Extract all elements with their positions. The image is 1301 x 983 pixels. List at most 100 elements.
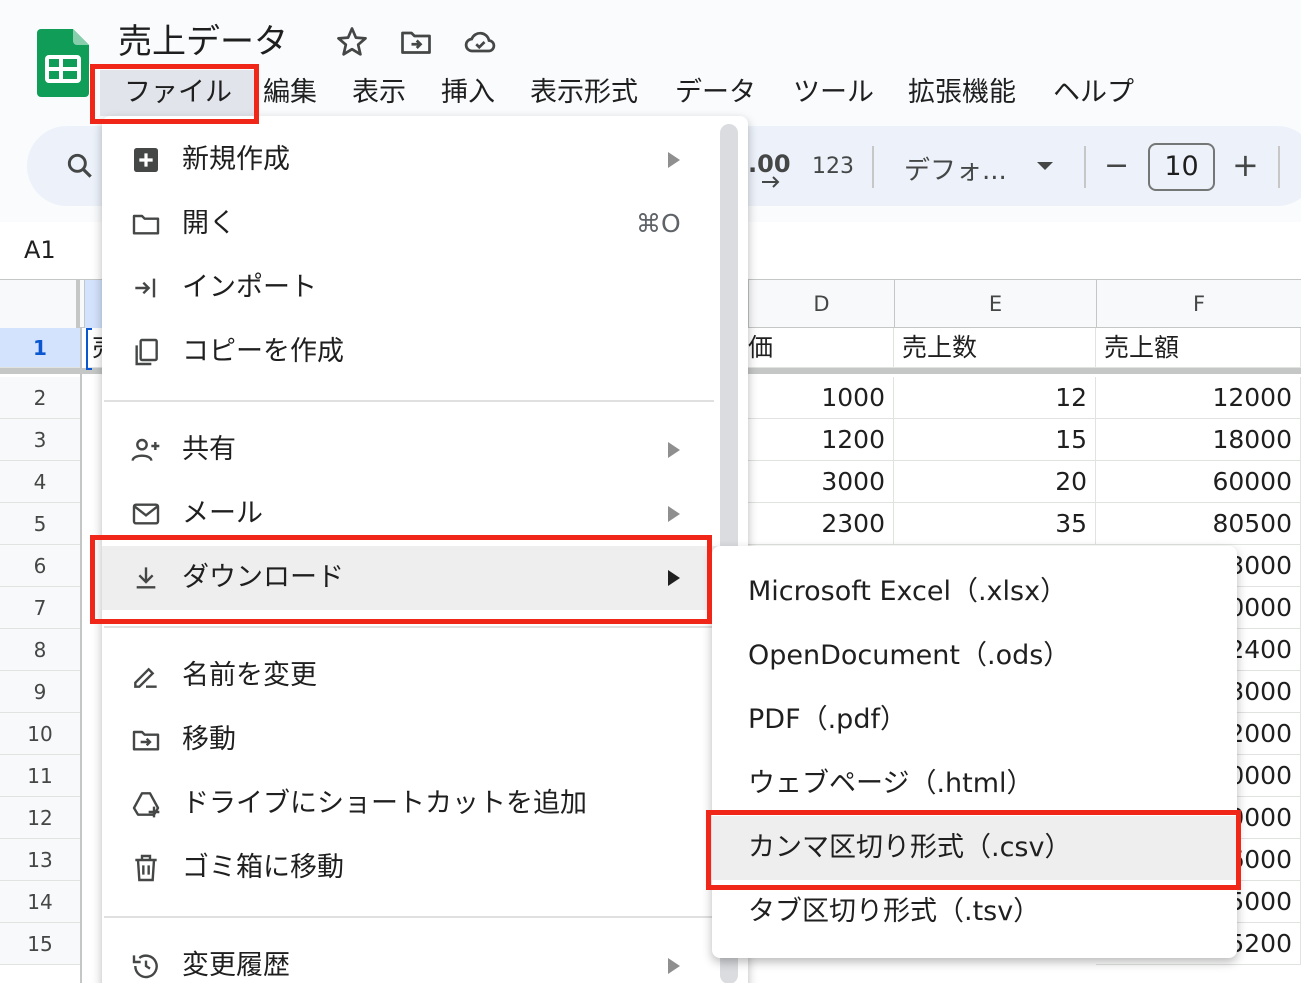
cell-d2[interactable]: 1000: [748, 377, 894, 419]
file-menu-move[interactable]: 移動: [102, 708, 720, 772]
row-header[interactable]: 10: [0, 713, 80, 755]
file-menu-import-label: インポート: [182, 272, 317, 303]
import-icon: [135, 278, 156, 298]
move-folder-icon: [132, 730, 160, 751]
menu-tools[interactable]: ツール: [793, 70, 874, 116]
star-icon[interactable]: [334, 24, 370, 60]
file-menu-add-shortcut-label: ドライブにショートカットを追加: [182, 788, 587, 819]
number-format-button[interactable]: 123: [812, 154, 854, 179]
cell-e3[interactable]: 15: [894, 419, 1096, 461]
row-header[interactable]: 2: [0, 377, 80, 419]
row-header-divider: [80, 328, 82, 983]
file-menu-add-shortcut[interactable]: ドライブにショートカットを追加: [102, 772, 720, 836]
file-menu-version-history-label: 変更履歴: [182, 950, 290, 981]
decrease-decimal-button[interactable]: .00: [748, 150, 791, 178]
cell-e2[interactable]: 12: [894, 377, 1096, 419]
column-header-e[interactable]: E: [894, 280, 1096, 328]
move-folder-icon[interactable]: [398, 24, 434, 60]
cell-d5[interactable]: 2300: [748, 503, 894, 545]
row-header[interactable]: 6: [0, 545, 80, 587]
file-menu-copy-label: コピーを作成: [182, 336, 344, 367]
file-menu-new[interactable]: 新規作成: [102, 128, 720, 192]
submenu-arrow-icon: [668, 506, 680, 522]
row-header[interactable]: 11: [0, 755, 80, 797]
select-all-corner[interactable]: [0, 280, 80, 328]
file-menu-open-label: 開く: [182, 208, 236, 239]
file-menu-trash[interactable]: ゴミ箱に移動: [102, 836, 720, 900]
download-xlsx[interactable]: Microsoft Excel（.xlsx）: [712, 560, 1237, 624]
menu-divider: [104, 400, 714, 402]
cell-e4[interactable]: 20: [894, 461, 1096, 503]
menu-edit[interactable]: 編集: [263, 70, 317, 116]
menu-help[interactable]: ヘルプ: [1053, 70, 1134, 116]
file-menu-open[interactable]: 開く ⌘O: [102, 192, 720, 256]
document-title[interactable]: 売上データ: [118, 14, 288, 63]
cell-f3[interactable]: 18000: [1096, 419, 1301, 461]
menu-divider: [104, 626, 714, 628]
name-box[interactable]: A1: [24, 236, 56, 264]
download-pdf[interactable]: PDF（.pdf）: [712, 688, 1237, 752]
font-family-select[interactable]: デフォ...: [904, 150, 1007, 187]
folder-icon: [132, 214, 160, 235]
row-header[interactable]: 14: [0, 881, 80, 923]
file-menu-share-label: 共有: [182, 434, 236, 465]
chevron-down-icon[interactable]: [1036, 160, 1054, 172]
cell-e1[interactable]: 売上数: [894, 328, 1096, 368]
font-size-input[interactable]: 10: [1148, 143, 1215, 191]
column-header-f[interactable]: F: [1096, 280, 1301, 328]
row-header[interactable]: 9: [0, 671, 80, 713]
file-menu-new-label: 新規作成: [182, 144, 290, 175]
menu-data[interactable]: データ: [675, 70, 756, 116]
cell-d4[interactable]: 3000: [748, 461, 894, 503]
file-menu-rename[interactable]: 名前を変更: [102, 644, 720, 708]
menu-view[interactable]: 表示: [352, 70, 406, 116]
download-pdf-label: PDF（.pdf）: [748, 704, 907, 735]
row-header[interactable]: 13: [0, 839, 80, 881]
row-header[interactable]: 3: [0, 419, 80, 461]
file-menu-rename-label: 名前を変更: [182, 660, 317, 691]
row-header[interactable]: 4: [0, 461, 80, 503]
cell-d3[interactable]: 1200: [748, 419, 894, 461]
file-menu-move-label: 移動: [182, 724, 236, 755]
cell-e5[interactable]: 35: [894, 503, 1096, 545]
column-header-a[interactable]: [84, 280, 104, 328]
cell-f5[interactable]: 80500: [1096, 503, 1301, 545]
menu-divider: [104, 916, 714, 918]
cell-d1[interactable]: 価: [748, 328, 894, 368]
cell-f4[interactable]: 60000: [1096, 461, 1301, 503]
highlight-csv-item: [706, 810, 1241, 890]
cell-f1[interactable]: 売上額: [1096, 328, 1301, 368]
submenu-arrow-icon: [668, 442, 680, 458]
column-header-d[interactable]: D: [748, 280, 894, 328]
cloud-saved-icon[interactable]: [462, 24, 498, 60]
download-ods[interactable]: OpenDocument（.ods）: [712, 624, 1237, 688]
active-cell-border: [86, 328, 92, 370]
history-icon: [132, 954, 158, 979]
row-header[interactable]: 8: [0, 629, 80, 671]
search-icon[interactable]: [64, 150, 96, 182]
highlight-file-menu: [90, 64, 259, 124]
highlight-download-item: [90, 535, 712, 624]
row-header[interactable]: 5: [0, 503, 80, 545]
cell-f2[interactable]: 12000: [1096, 377, 1301, 419]
file-menu-copy[interactable]: コピーを作成: [102, 320, 720, 384]
menu-extensions[interactable]: 拡張機能: [908, 70, 1016, 116]
file-menu-share[interactable]: 共有: [102, 418, 720, 482]
toolbar-separator: [1278, 146, 1280, 188]
file-menu-import[interactable]: インポート: [102, 256, 720, 320]
row-header[interactable]: 7: [0, 587, 80, 629]
new-sheet-icon: [134, 148, 158, 172]
increase-font-size-button[interactable]: +: [1232, 146, 1259, 184]
row-header[interactable]: 12: [0, 797, 80, 839]
decrease-font-size-button[interactable]: −: [1104, 148, 1129, 183]
download-html-label: ウェブページ（.html）: [748, 768, 1034, 799]
row-header[interactable]: 15: [0, 923, 80, 965]
download-ods-label: OpenDocument（.ods）: [748, 640, 1071, 671]
download-html[interactable]: ウェブページ（.html）: [712, 752, 1237, 816]
open-shortcut: ⌘O: [636, 209, 681, 238]
row-header-1[interactable]: 1: [0, 328, 80, 368]
sheets-logo-icon[interactable]: [37, 29, 89, 97]
file-menu-version-history[interactable]: 変更履歴: [102, 934, 720, 983]
menu-format[interactable]: 表示形式: [530, 70, 638, 116]
menu-insert[interactable]: 挿入: [441, 70, 495, 116]
